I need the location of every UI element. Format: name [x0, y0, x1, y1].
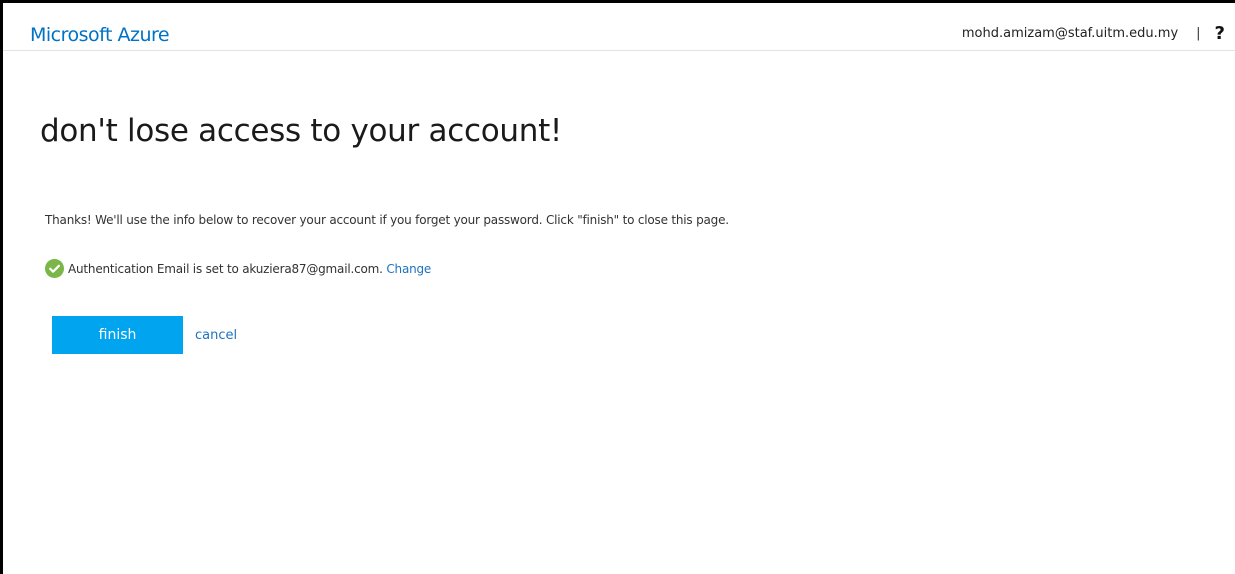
- info-text: Thanks! We'll use the info below to reco…: [45, 213, 729, 227]
- help-icon[interactable]: ?: [1215, 25, 1225, 43]
- brand-logo-text[interactable]: Microsoft Azure: [30, 23, 170, 47]
- change-link[interactable]: Change: [386, 262, 431, 276]
- header-divider: |: [1196, 26, 1201, 41]
- status-line: Authentication Email is set to akuziera8…: [45, 259, 431, 278]
- main-content: don't lose access to your account! Thank…: [40, 111, 1190, 354]
- finish-button[interactable]: finish: [52, 316, 183, 354]
- status-text: Authentication Email is set to akuziera8…: [68, 261, 383, 276]
- user-email[interactable]: mohd.amizam@staf.uitm.edu.my: [962, 25, 1178, 43]
- cancel-link[interactable]: cancel: [195, 328, 237, 343]
- top-bar: Microsoft Azure mohd.amizam@staf.uitm.ed…: [3, 3, 1235, 51]
- check-circle-icon: [45, 259, 64, 278]
- action-bar: finish cancel: [52, 316, 237, 354]
- user-area: mohd.amizam@staf.uitm.edu.my | ?: [962, 25, 1225, 43]
- page-frame: Microsoft Azure mohd.amizam@staf.uitm.ed…: [0, 0, 1235, 574]
- page-title: don't lose access to your account!: [40, 113, 563, 149]
